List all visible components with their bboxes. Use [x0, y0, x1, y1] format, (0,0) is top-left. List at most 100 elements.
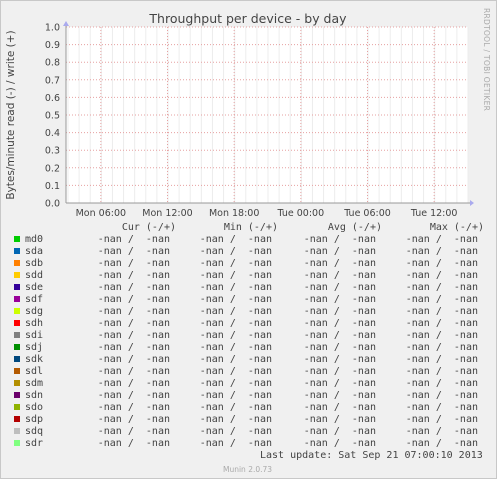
- legend-series-name: md0: [25, 234, 44, 245]
- legend-series-name: sdn: [25, 390, 44, 401]
- legend-min-value: -nan / -nan: [199, 354, 272, 365]
- legend-cur-value: -nan / -nan: [97, 306, 170, 317]
- legend-swatch: [14, 344, 20, 350]
- legend-row: sdk -nan / -nan -nan / -nan -nan / -nan -nan…: [12, 354, 492, 366]
- y-tick-label: 0.0: [45, 199, 60, 210]
- legend-cur-value: -nan / -nan: [97, 414, 170, 425]
- legend-header: Avg (-/+): [327, 222, 382, 233]
- legend-series-name: sdo: [25, 402, 44, 413]
- legend-min-value: -nan / -nan: [199, 342, 272, 353]
- legend-cur-value: -nan / -nan: [97, 390, 170, 401]
- legend-series-name: sdd: [25, 270, 44, 281]
- legend-max-value: -nan / -nan: [405, 402, 478, 413]
- legend-row: sda -nan / -nan -nan / -nan -nan / -nan -nan…: [12, 246, 492, 258]
- legend-series-name: sdp: [25, 414, 44, 425]
- legend-swatch: [14, 428, 20, 434]
- legend-header: Min (-/+): [223, 222, 278, 233]
- legend-series-name: sda: [25, 246, 44, 257]
- legend-avg-value: -nan / -nan: [303, 270, 376, 281]
- legend-max-value: -nan / -nan: [405, 258, 478, 269]
- legend-cur-value: -nan / -nan: [97, 330, 170, 341]
- legend-avg-value: -nan / -nan: [303, 342, 376, 353]
- legend-row: sdn -nan / -nan -nan / -nan -nan / -nan -nan…: [12, 390, 492, 402]
- legend-avg-value: -nan / -nan: [303, 402, 376, 413]
- version-text: Munin 2.0.73: [223, 465, 273, 474]
- y-tick-label: 0.4: [45, 128, 60, 139]
- legend-max-value: -nan / -nan: [405, 306, 478, 317]
- legend-cur-value: -nan / -nan: [97, 318, 170, 329]
- legend-swatch: [14, 332, 20, 338]
- legend-row: sdb -nan / -nan -nan / -nan -nan / -nan -nan…: [12, 258, 492, 270]
- legend-cur-value: -nan / -nan: [97, 270, 170, 281]
- legend-max-value: -nan / -nan: [405, 342, 478, 353]
- legend-avg-value: -nan / -nan: [303, 294, 376, 305]
- legend-min-value: -nan / -nan: [199, 414, 272, 425]
- throughput-chart: 0.0 0.1 0.2 0.3 0.4 0.5 0.6 0.7 0.8 0.9 1.0 Mon 06:…: [5, 8, 491, 219]
- legend-avg-value: -nan / -nan: [303, 414, 376, 425]
- y-tick-label: 0.6: [45, 93, 60, 104]
- legend-series-name: sdi: [25, 330, 44, 341]
- legend-min-value: -nan / -nan: [199, 294, 272, 305]
- legend-swatch: [14, 404, 20, 410]
- legend-avg-value: -nan / -nan: [303, 438, 376, 449]
- legend-max-value: -nan / -nan: [405, 270, 478, 281]
- legend-cur-value: -nan / -nan: [97, 246, 170, 257]
- legend-avg-value: -nan / -nan: [303, 258, 376, 269]
- legend-min-value: -nan / -nan: [199, 330, 272, 341]
- y-tick-label: 1.0: [45, 23, 60, 34]
- legend-cur-value: -nan / -nan: [97, 426, 170, 437]
- legend-swatch: [14, 284, 20, 290]
- legend-series-name: sdq: [25, 426, 44, 437]
- legend-cur-value: -nan / -nan: [97, 294, 170, 305]
- legend-min-value: -nan / -nan: [199, 246, 272, 257]
- legend-max-value: -nan / -nan: [405, 426, 478, 437]
- legend-max-value: -nan / -nan: [405, 414, 478, 425]
- legend-row: sdo -nan / -nan -nan / -nan -nan / -nan -nan…: [12, 402, 492, 414]
- y-tick-label: 0.8: [45, 58, 60, 69]
- y-tick-label: 0.5: [45, 111, 60, 122]
- legend-avg-value: -nan / -nan: [303, 234, 376, 245]
- legend-row: md0 -nan / -nan -nan / -nan -nan / -nan -nan…: [12, 234, 492, 246]
- legend-series-name: sdg: [25, 306, 44, 317]
- y-tick-label: 0.3: [45, 146, 60, 157]
- legend-cur-value: -nan / -nan: [97, 438, 170, 449]
- chart-title: Throughput per device - by day: [148, 11, 347, 26]
- legend-series-name: sde: [25, 282, 44, 293]
- legend-avg-value: -nan / -nan: [303, 246, 376, 257]
- x-axis-arrow: [470, 200, 474, 206]
- legend-max-value: -nan / -nan: [405, 354, 478, 365]
- legend-avg-value: -nan / -nan: [303, 282, 376, 293]
- legend-cur-value: -nan / -nan: [97, 342, 170, 353]
- legend-row: sdl -nan / -nan -nan / -nan -nan / -nan -nan…: [12, 366, 492, 378]
- legend-swatch: [14, 392, 20, 398]
- legend-swatch: [14, 368, 20, 374]
- legend-max-value: -nan / -nan: [405, 438, 478, 449]
- legend-min-value: -nan / -nan: [199, 270, 272, 281]
- legend-min-value: -nan / -nan: [199, 234, 272, 245]
- legend-avg-value: -nan / -nan: [303, 378, 376, 389]
- legend-series-name: sdb: [25, 258, 44, 269]
- legend-max-value: -nan / -nan: [405, 378, 478, 389]
- legend-avg-value: -nan / -nan: [303, 330, 376, 341]
- legend-min-value: -nan / -nan: [199, 426, 272, 437]
- legend-max-value: -nan / -nan: [405, 282, 478, 293]
- y-tick-label: 0.7: [45, 75, 60, 86]
- y-tick-label: 0.1: [45, 181, 60, 192]
- legend-cur-value: -nan / -nan: [97, 282, 170, 293]
- rrdtool-watermark: RRDTOOL / TOBI OETIKER: [482, 8, 491, 111]
- legend-row: sdg -nan / -nan -nan / -nan -nan / -nan -nan…: [12, 306, 492, 318]
- legend-series-name: sdm: [25, 378, 44, 389]
- legend-row: sdh -nan / -nan -nan / -nan -nan / -nan -nan…: [12, 318, 492, 330]
- legend-cur-value: -nan / -nan: [97, 378, 170, 389]
- legend-swatch: [14, 236, 20, 242]
- x-tick-label: Mon 06:00: [76, 208, 126, 219]
- legend-swatch: [14, 356, 20, 362]
- legend-min-value: -nan / -nan: [199, 438, 272, 449]
- y-axis-label: Bytes/minute read (-) / write (+): [5, 30, 17, 199]
- legend-swatch: [14, 440, 20, 446]
- x-tick-label: Tue 06:00: [343, 208, 391, 219]
- legend-avg-value: -nan / -nan: [303, 318, 376, 329]
- legend-avg-value: -nan / -nan: [303, 354, 376, 365]
- legend-min-value: -nan / -nan: [199, 378, 272, 389]
- legend-max-value: -nan / -nan: [405, 390, 478, 401]
